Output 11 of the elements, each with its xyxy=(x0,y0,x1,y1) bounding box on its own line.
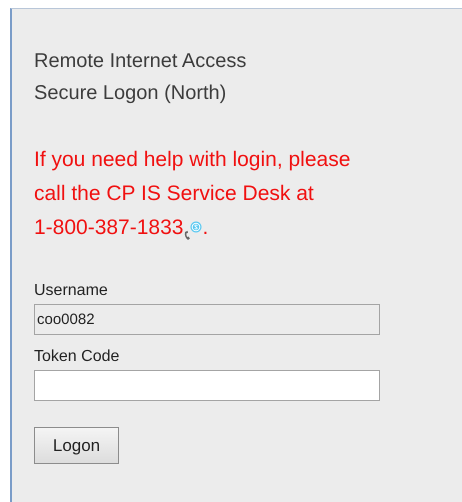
help-text: If you need help with login, please xyxy=(34,147,350,173)
field-label: Token Code xyxy=(34,347,120,367)
logon-button[interactable]: Logon xyxy=(34,427,119,464)
heading-text: Secure Logon (North) xyxy=(34,82,226,104)
input-field[interactable] xyxy=(34,370,380,401)
help-text: call the CP IS Service Desk at xyxy=(34,181,314,207)
field-label: Username xyxy=(34,281,108,301)
heading-text: Remote Internet Access xyxy=(34,50,246,72)
help-text: 1-800-387-1833 xyxy=(34,215,184,241)
help-text: . xyxy=(202,215,208,241)
call-icon[interactable] xyxy=(184,220,202,242)
